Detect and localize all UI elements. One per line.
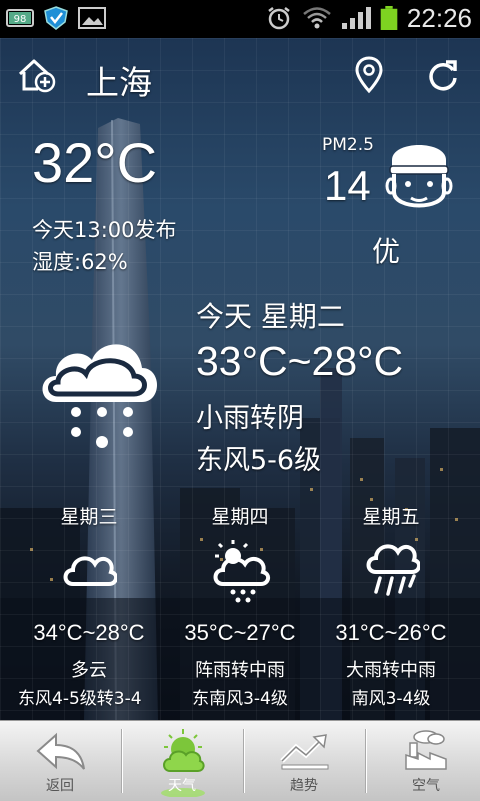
image-notification-icon: [78, 7, 106, 29]
bottom-nav: 返回 天气 趋势 空气: [0, 720, 480, 801]
forecast-row: 星期三 34°C~28°C 多云 东风4-5级转3-4 星期四 35°C~27°…: [0, 498, 480, 718]
forecast-wind: 南风3-4级: [351, 689, 431, 709]
forecast-wind: 东风4-5级转3-4: [18, 689, 142, 709]
svg-text:98: 98: [14, 14, 27, 25]
nav-trend[interactable]: 趋势: [244, 721, 364, 801]
face-mask-icon: [385, 145, 453, 208]
pm25-label: PM2.5: [322, 135, 374, 155]
nav-air-label: 空气: [412, 778, 440, 794]
air-factory-icon: [405, 730, 447, 770]
sun-cloud-rain-icon: [213, 540, 270, 603]
battery-icon: [380, 6, 398, 30]
add-city-icon[interactable]: [16, 56, 58, 94]
nav-weather[interactable]: 天气: [122, 721, 242, 801]
nav-weather-label: 天气: [168, 778, 196, 794]
today-wind: 东风5-6级: [196, 445, 322, 476]
city-name[interactable]: 上海: [86, 56, 152, 104]
forecast-temp-range: 31°C~26°C: [335, 620, 447, 645]
nav-air[interactable]: 空气: [366, 721, 480, 801]
battery-notification-icon: 98: [6, 9, 34, 27]
current-temperature: 32°C: [32, 131, 158, 194]
nav-back-label: 返回: [46, 778, 74, 794]
back-arrow-icon: [36, 732, 85, 770]
trend-icon: [280, 734, 329, 770]
alarm-icon: [268, 7, 290, 30]
today-temp-range: 33°C~28°C: [196, 338, 404, 384]
wifi-icon: [303, 7, 331, 29]
pm25-value: 14: [324, 162, 371, 209]
heavy-rain-icon: [366, 544, 420, 596]
publish-time: 今天13:00发布: [32, 218, 177, 242]
cloud-icon: [63, 556, 117, 586]
today-condition: 小雨转阴: [196, 403, 304, 434]
humidity: 湿度:62%: [32, 250, 128, 274]
air-quality-level: 优: [372, 235, 401, 268]
location-icon[interactable]: [354, 56, 384, 94]
nav-back[interactable]: 返回: [0, 721, 120, 801]
rain-cloud-icon: [42, 344, 157, 448]
status-bar: 98 22:26: [0, 0, 480, 38]
shield-icon: [44, 6, 68, 30]
signal-icon: [342, 7, 371, 29]
status-time: 22:26: [406, 3, 472, 33]
forecast-day-card[interactable]: 星期五 31°C~26°C 大雨转中雨 南风3-4级: [302, 498, 480, 718]
today-day: 今天 星期二: [196, 300, 345, 333]
forecast-condition: 大雨转中雨: [346, 660, 436, 681]
refresh-icon[interactable]: [426, 58, 460, 92]
nav-trend-label: 趋势: [290, 778, 318, 794]
forecast-day: 星期五: [362, 506, 420, 528]
